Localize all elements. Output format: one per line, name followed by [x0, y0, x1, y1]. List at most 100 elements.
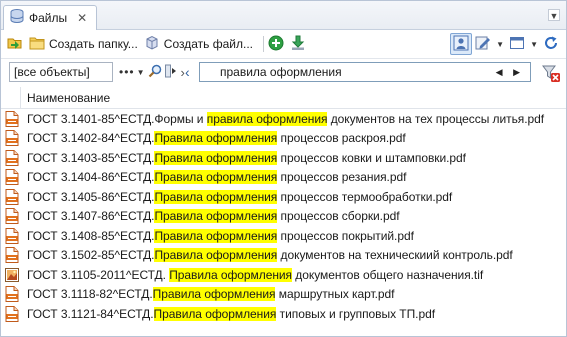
search-match-highlight: Правила оформления [154, 170, 278, 185]
search-value: правила оформления [220, 65, 342, 79]
file-name: ГОСТ 3.1402-84^ЕСТД.Правила оформления п… [27, 131, 406, 146]
list-item[interactable]: ГОСТ 3.1405-86^ЕСТД.Правила оформления п… [1, 187, 566, 207]
scope-select[interactable]: [все объекты] [9, 62, 113, 82]
chevron-left-icon[interactable]: ‹ [185, 63, 190, 81]
file-name: ГОСТ 3.1404-86^ЕСТД.Правила оформления п… [27, 170, 407, 185]
file-name-suffix: процессов раскроя.pdf [277, 131, 406, 146]
list-item[interactable]: ГОСТ 3.1402-84^ЕСТД.Правила оформления п… [1, 129, 566, 149]
find-next-icon[interactable] [164, 64, 177, 81]
file-list: Наименование ГОСТ 3.1401-85^ЕСТД.Формы и… [1, 87, 566, 337]
search-nav-arrows[interactable]: ◀ ▶ [496, 63, 524, 81]
file-name: ГОСТ 3.1407-86^ЕСТД.Правила оформления п… [27, 209, 400, 224]
search-match-highlight: Правила оформления [154, 131, 278, 146]
file-name-prefix: ГОСТ 3.1405-86^ЕСТД. [27, 189, 155, 204]
tab-strip: Файлы ✕ ▼ [1, 1, 566, 30]
refresh-button[interactable] [540, 33, 562, 55]
toolbar-separator [263, 36, 264, 52]
search-icon[interactable] [148, 64, 162, 81]
file-name: ГОСТ 3.1403-85^ЕСТД.Правила оформления п… [27, 150, 466, 165]
files-window: Файлы ✕ ▼ Создать папку... Создать файл.… [0, 0, 567, 337]
list-item[interactable]: ГОСТ 3.1118-82^ЕСТД.Правила оформления м… [1, 285, 566, 305]
create-folder-label: Создать папку... [49, 37, 138, 51]
chevron-down-icon[interactable]: ▼ [137, 68, 145, 77]
search-match-highlight: Правила оформления [153, 306, 277, 321]
list-item[interactable]: ГОСТ 3.1105-2011^ЕСТД. Правила оформлени… [1, 265, 566, 285]
file-name: ГОСТ 3.1405-86^ЕСТД.Правила оформления п… [27, 189, 452, 204]
file-name-prefix: ГОСТ 3.1403-85^ЕСТД. [27, 150, 155, 165]
file-name-prefix: ГОСТ 3.1105-2011^ЕСТД. [27, 267, 170, 282]
close-icon[interactable]: ✕ [77, 11, 87, 25]
toolbar: Создать папку... Создать файл... ▼ ▼ [1, 31, 566, 57]
list-rows: ГОСТ 3.1401-85^ЕСТД.Формы и правила офор… [1, 109, 566, 324]
plus-icon [268, 35, 284, 54]
pdf-file-icon [5, 130, 19, 147]
search-input[interactable]: ‹ правила оформления ◀ ▶ [185, 62, 531, 82]
header-selector[interactable] [1, 87, 21, 108]
window-icon [509, 35, 525, 54]
search-match-highlight: Правила оформления [154, 189, 278, 204]
edit-view-button[interactable] [472, 33, 494, 55]
file-name-prefix: ГОСТ 3.1404-86^ЕСТД. [27, 170, 155, 185]
list-item[interactable]: ГОСТ 3.1502-85^ЕСТД.Правила оформления д… [1, 246, 566, 266]
tab-files[interactable]: Файлы ✕ [3, 5, 97, 30]
search-match-highlight: Правила оформления [169, 267, 292, 282]
pdf-file-icon [5, 286, 19, 303]
folder-icon [29, 35, 45, 54]
search-match-highlight: правила оформления [206, 111, 328, 126]
add-button[interactable] [268, 33, 284, 55]
search-match-highlight: Правила оформления [154, 209, 278, 224]
window-view-button[interactable] [506, 33, 528, 55]
file-name-suffix: документов на техническиий контроль.pdf [277, 248, 513, 263]
file-name-suffix: процессов сборки.pdf [277, 209, 400, 224]
create-file-button[interactable]: Создать файл... [144, 33, 253, 55]
file-name-prefix: ГОСТ 3.1408-85^ЕСТД. [27, 228, 155, 243]
toolbar-right: ▼ ▼ [450, 33, 562, 55]
file-name: ГОСТ 3.1502-85^ЕСТД.Правила оформления д… [27, 248, 513, 263]
file-cube-icon [144, 35, 160, 54]
refresh-folders-button[interactable] [7, 33, 23, 55]
more-options-button[interactable]: ••• [119, 65, 135, 79]
list-item[interactable]: ГОСТ 3.1408-85^ЕСТД.Правила оформления п… [1, 226, 566, 246]
image-file-icon [5, 267, 19, 283]
search-match-highlight: Правила оформления [154, 248, 278, 263]
file-name-suffix: маршрутных карт.pdf [275, 287, 395, 302]
clear-filter-icon [541, 65, 561, 86]
user-view-button[interactable] [450, 33, 473, 55]
file-name-suffix: типовых и групповых ТП.pdf [276, 306, 435, 321]
file-name-prefix: ГОСТ 3.1121-84^ЕСТД. [27, 306, 154, 321]
pdf-file-icon [5, 305, 19, 322]
pdf-file-icon [5, 227, 19, 244]
search-match-highlight: Правила оформления [154, 228, 278, 243]
file-name-prefix: ГОСТ 3.1402-84^ЕСТД. [27, 131, 155, 146]
pdf-file-icon [5, 169, 19, 186]
create-file-label: Создать файл... [163, 37, 253, 51]
file-name-suffix: документов на тех процессы литья.pdf [327, 111, 545, 126]
list-header: Наименование [1, 87, 566, 109]
file-name-suffix: процессов резания.pdf [277, 170, 407, 185]
pdf-file-icon [5, 247, 19, 264]
chevron-down-icon[interactable]: ▼ [496, 40, 504, 49]
file-name-suffix: процессов покрытий.pdf [277, 228, 414, 243]
search-match-highlight: Правила оформления [154, 150, 278, 165]
column-name-header[interactable]: Наименование [21, 91, 110, 105]
pdf-file-icon [5, 208, 19, 225]
clear-filter-button[interactable] [541, 63, 561, 83]
chevron-down-icon[interactable]: ▼ [530, 40, 538, 49]
download-icon [290, 35, 306, 54]
list-item[interactable]: ГОСТ 3.1404-86^ЕСТД.Правила оформления п… [1, 168, 566, 188]
folder-refresh-icon [7, 35, 23, 54]
download-button[interactable] [290, 33, 306, 55]
list-item[interactable]: ГОСТ 3.1407-86^ЕСТД.Правила оформления п… [1, 207, 566, 227]
file-name-suffix: документов общего назначения.tif [292, 267, 484, 282]
list-item[interactable]: ГОСТ 3.1401-85^ЕСТД.Формы и правила офор… [1, 109, 566, 129]
search-match-highlight: Правила оформления [152, 287, 276, 302]
file-name-prefix: ГОСТ 3.1401-85^ЕСТД.Формы и [27, 111, 207, 126]
tab-list-dropdown[interactable]: ▼ [548, 9, 560, 21]
file-name-prefix: ГОСТ 3.1407-86^ЕСТД. [27, 209, 155, 224]
list-item[interactable]: ГОСТ 3.1121-84^ЕСТД.Правила оформления т… [1, 304, 566, 324]
create-folder-button[interactable]: Создать папку... [29, 33, 138, 55]
file-name: ГОСТ 3.1105-2011^ЕСТД. Правила оформлени… [27, 267, 484, 282]
file-name: ГОСТ 3.1408-85^ЕСТД.Правила оформления п… [27, 228, 414, 243]
file-name-suffix: процессов ковки и штамповки.pdf [277, 150, 466, 165]
list-item[interactable]: ГОСТ 3.1403-85^ЕСТД.Правила оформления п… [1, 148, 566, 168]
